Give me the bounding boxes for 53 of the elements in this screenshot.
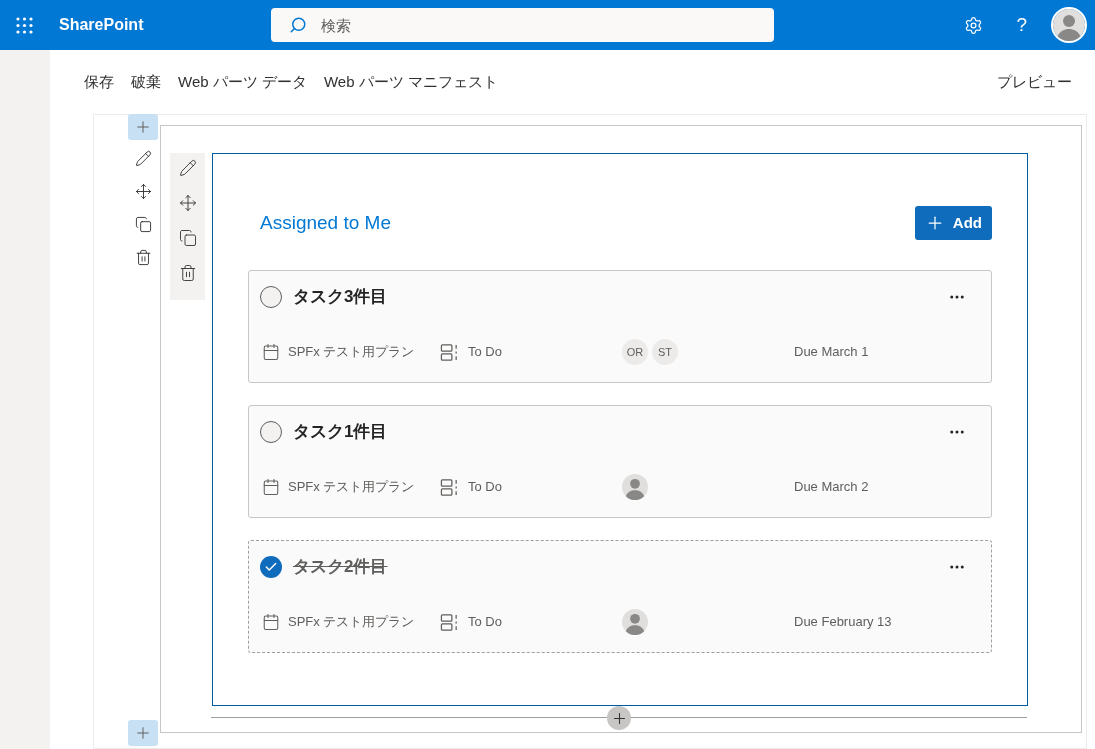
due-date: Due March 2 (794, 478, 869, 497)
initials-avatar: OR (622, 339, 648, 365)
help-button[interactable]: ? (1016, 10, 1027, 40)
preview-button[interactable]: プレビュー (997, 70, 1072, 94)
command-button[interactable]: 保存 (84, 70, 114, 94)
plus-icon (134, 724, 152, 742)
checked-checkbox[interactable] (260, 555, 282, 578)
plan-name: SPFx テスト用プラン (288, 613, 416, 632)
move-icon[interactable] (178, 194, 197, 212)
move-icon[interactable] (134, 183, 152, 200)
task-card[interactable]: タスク1件目 SPFx テスト用プラン To Do Due March 2 (248, 405, 992, 518)
add-button[interactable]: Add (914, 206, 992, 240)
task-title: タスク1件目 (293, 420, 388, 443)
due-date: Due February 13 (794, 613, 892, 632)
plus-icon (134, 118, 152, 136)
search-field[interactable]: 検索 (271, 8, 774, 42)
search-icon (289, 16, 307, 34)
app-name[interactable]: SharePoint (59, 13, 271, 37)
webpart-title: Assigned to Me (260, 210, 391, 235)
calendar-icon (262, 343, 280, 361)
edit-webpart-icon[interactable] (178, 159, 197, 177)
edit-section-icon[interactable] (134, 150, 152, 167)
command-button[interactable]: 破棄 (131, 70, 161, 94)
initials-avatar: ST (652, 339, 678, 365)
duplicate-icon[interactable] (178, 229, 197, 247)
plan-name: SPFx テスト用プラン (288, 478, 416, 497)
board-icon (440, 342, 459, 362)
bucket-name: To Do (468, 478, 503, 497)
calendar-icon (262, 478, 280, 496)
delete-icon[interactable] (178, 264, 197, 282)
settings-icon[interactable] (964, 15, 984, 35)
delete-icon[interactable] (134, 249, 152, 266)
task-title: タスク3件目 (293, 285, 388, 308)
due-date: Due March 1 (794, 343, 869, 362)
person-avatar (622, 474, 648, 500)
duplicate-icon[interactable] (134, 216, 152, 233)
app-launcher-icon[interactable] (16, 16, 33, 34)
board-icon (440, 612, 459, 632)
calendar-icon (262, 613, 280, 631)
command-button[interactable]: Web パーツ マニフェスト (323, 70, 498, 94)
command-button[interactable]: Web パーツ データ (178, 70, 307, 94)
board-icon (440, 477, 459, 497)
profile-avatar (1053, 9, 1085, 41)
task-card[interactable]: タスク2件目 SPFx テスト用プラン To Do Due February 13 (248, 540, 992, 653)
task-title: タスク2件目 (293, 555, 388, 578)
checkbox[interactable] (260, 420, 282, 443)
bucket-name: To Do (468, 343, 503, 362)
checkbox[interactable] (260, 285, 282, 308)
person-avatar (622, 609, 648, 635)
bucket-name: To Do (468, 613, 503, 632)
add-webpart-button[interactable] (607, 706, 631, 730)
plan-name: SPFx テスト用プラン (288, 343, 416, 362)
task-card[interactable]: タスク3件目 SPFx テスト用プラン To Do OR ST Due March 1 (248, 270, 992, 383)
